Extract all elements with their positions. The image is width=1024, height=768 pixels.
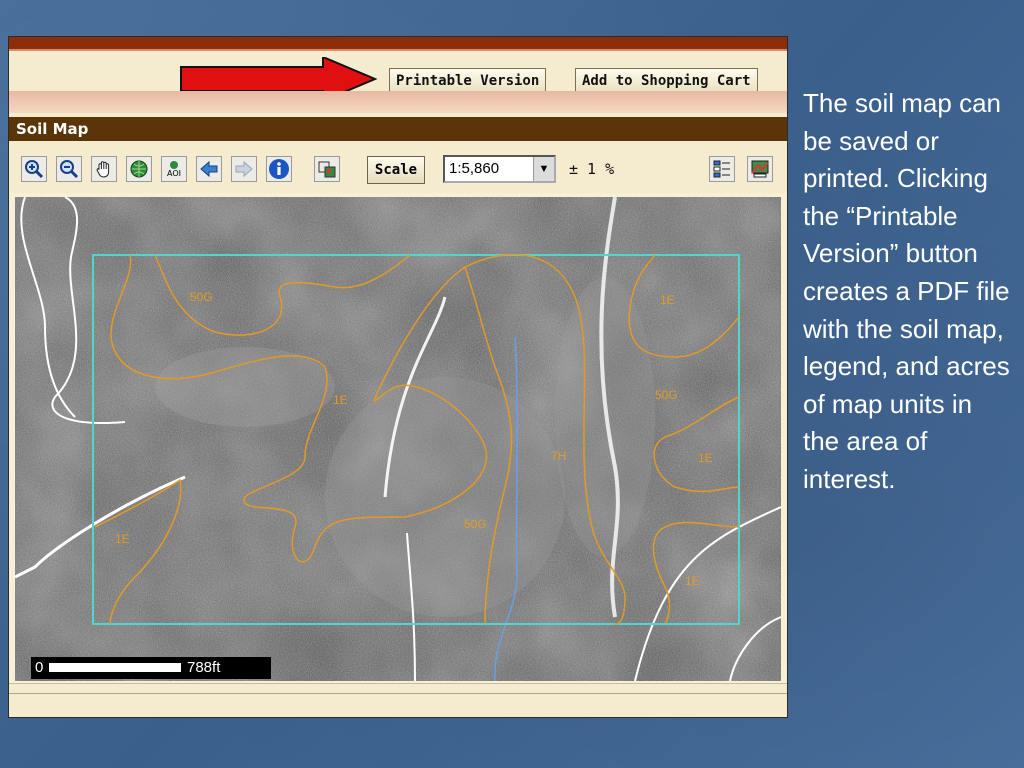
scale-bar-distance: 788ft [187, 659, 221, 676]
map-unit-label: 7H [551, 449, 566, 463]
chevron-down-icon[interactable]: ▼ [533, 157, 554, 181]
slide-caption: The soil map can be saved or printed. Cl… [803, 88, 1010, 494]
zoom-in-icon[interactable] [21, 156, 47, 182]
identify-icon[interactable] [314, 156, 340, 182]
globe-icon[interactable] [126, 156, 152, 182]
map-unit-label: 50G [655, 388, 678, 402]
scale-select-value: 1:5,860 [449, 160, 500, 177]
scale-select[interactable]: 1:5,860 ▼ [443, 155, 556, 183]
map-unit-label: 50G [190, 290, 213, 304]
map-unit-label: 1E [333, 393, 348, 407]
info-icon[interactable] [266, 156, 292, 182]
zoom-out-icon[interactable] [56, 156, 82, 182]
aerial-photo: 50G 1E 1E 50G 7H 1E 1E 50G 1E [15, 197, 781, 681]
map-unit-label: 1E [698, 451, 713, 465]
map-unit-label: 1E [115, 532, 130, 546]
map-toolbar: AOI Scale 1:5,860 ▼ ± 1 % [9, 141, 787, 193]
panel-footer [9, 693, 787, 717]
map-layers-icon[interactable] [747, 156, 773, 182]
panel-title: Soil Map [9, 117, 787, 141]
back-arrow-icon[interactable] [196, 156, 222, 182]
screenshot-panel: Printable Version Add to Shopping Cart S… [8, 36, 788, 718]
map-unit-label: 50G [464, 517, 487, 531]
browser-top-strip [9, 37, 787, 51]
map-scale-bar: 0 788ft [31, 657, 271, 679]
aoi-icon[interactable]: AOI [161, 156, 187, 182]
scale-bar-start: 0 [35, 659, 44, 676]
legend-icon[interactable] [709, 156, 735, 182]
forward-arrow-icon[interactable] [231, 156, 257, 182]
scale-tolerance: ± 1 % [569, 160, 615, 178]
pan-hand-icon[interactable] [91, 156, 117, 182]
tab-strip [9, 91, 787, 113]
map-unit-label: 1E [660, 293, 675, 307]
soil-map-canvas[interactable]: 50G 1E 1E 50G 7H 1E 1E 50G 1E [15, 197, 781, 681]
scale-button[interactable]: Scale [367, 156, 425, 184]
map-unit-label: 1E [685, 574, 700, 588]
